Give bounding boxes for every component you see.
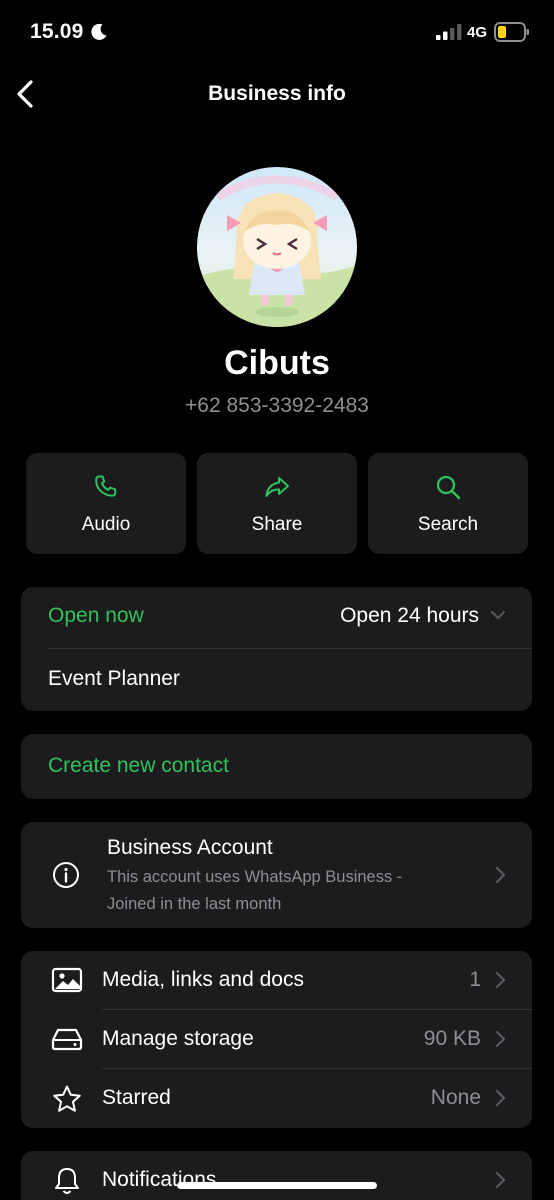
bell-icon [55,1168,79,1194]
hours-value: Open 24 hours [340,604,479,627]
search-label: Search [417,514,479,535]
business-hours-card: Open now Open 24 hours Event Planner [21,587,532,711]
profile-name: Cibuts [224,344,330,382]
search-icon [436,475,461,500]
business-account-card[interactable]: Business Account This account uses Whats… [21,822,532,928]
audio-label: Audio [81,514,131,535]
moon-icon [91,23,107,40]
storage-icon [51,1028,83,1051]
hours-row[interactable]: Open now Open 24 hours [21,587,532,648]
media-links-docs-row[interactable]: Media, links and docs 1 [21,951,532,1009]
media-card: Media, links and docs 1 Manage storage 9… [21,951,532,1128]
starred-label: Starred [102,1086,171,1109]
create-contact-card[interactable]: Create new contact [21,734,532,799]
share-icon [265,477,289,497]
search-button[interactable]: Search [368,453,528,554]
manage-storage-label: Manage storage [102,1027,254,1050]
home-indicator[interactable] [177,1182,377,1189]
chevron-down-icon [491,611,505,619]
chevron-right-icon [495,1089,506,1107]
starred-value: None [430,1086,481,1109]
media-count: 1 [469,968,481,991]
chevron-right-icon [495,1030,506,1048]
open-status: Open now [48,604,144,627]
chevron-right-icon [495,866,506,884]
nav-bar: Business info [0,66,554,122]
page-title: Business info [208,82,346,105]
signal-icon [436,24,462,40]
create-new-contact-button[interactable]: Create new contact [48,754,229,778]
star-icon [53,1085,81,1112]
audio-call-button[interactable]: Audio [26,453,186,554]
share-button[interactable]: Share [197,453,357,554]
chevron-right-icon [495,1171,506,1189]
phone-icon [95,475,117,497]
profile-phone: +62 853-3392-2483 [185,394,369,417]
notifications-card[interactable]: Notifications [21,1151,532,1200]
network-type: 4G [467,24,488,41]
media-label: Media, links and docs [102,968,304,991]
starred-row[interactable]: Starred None [21,1069,532,1128]
status-time: 15.09 [30,20,84,43]
category-row: Event Planner [21,649,532,711]
action-buttons: Audio Share Search [26,453,528,554]
image-icon [51,967,83,993]
info-icon [53,862,79,888]
share-label: Share [251,514,303,535]
status-bar: 15.09 4G [0,0,554,64]
battery-icon [494,22,529,42]
business-account-description-line1: This account uses WhatsApp Business - [107,868,403,886]
manage-storage-row[interactable]: Manage storage 90 KB [21,1010,532,1068]
chevron-right-icon [495,971,506,989]
storage-size: 90 KB [423,1027,481,1050]
business-category: Event Planner [48,667,180,690]
avatar[interactable] [197,167,357,327]
business-account-description-line2: Joined in the last month [107,895,282,913]
business-account-title: Business Account [107,836,273,859]
